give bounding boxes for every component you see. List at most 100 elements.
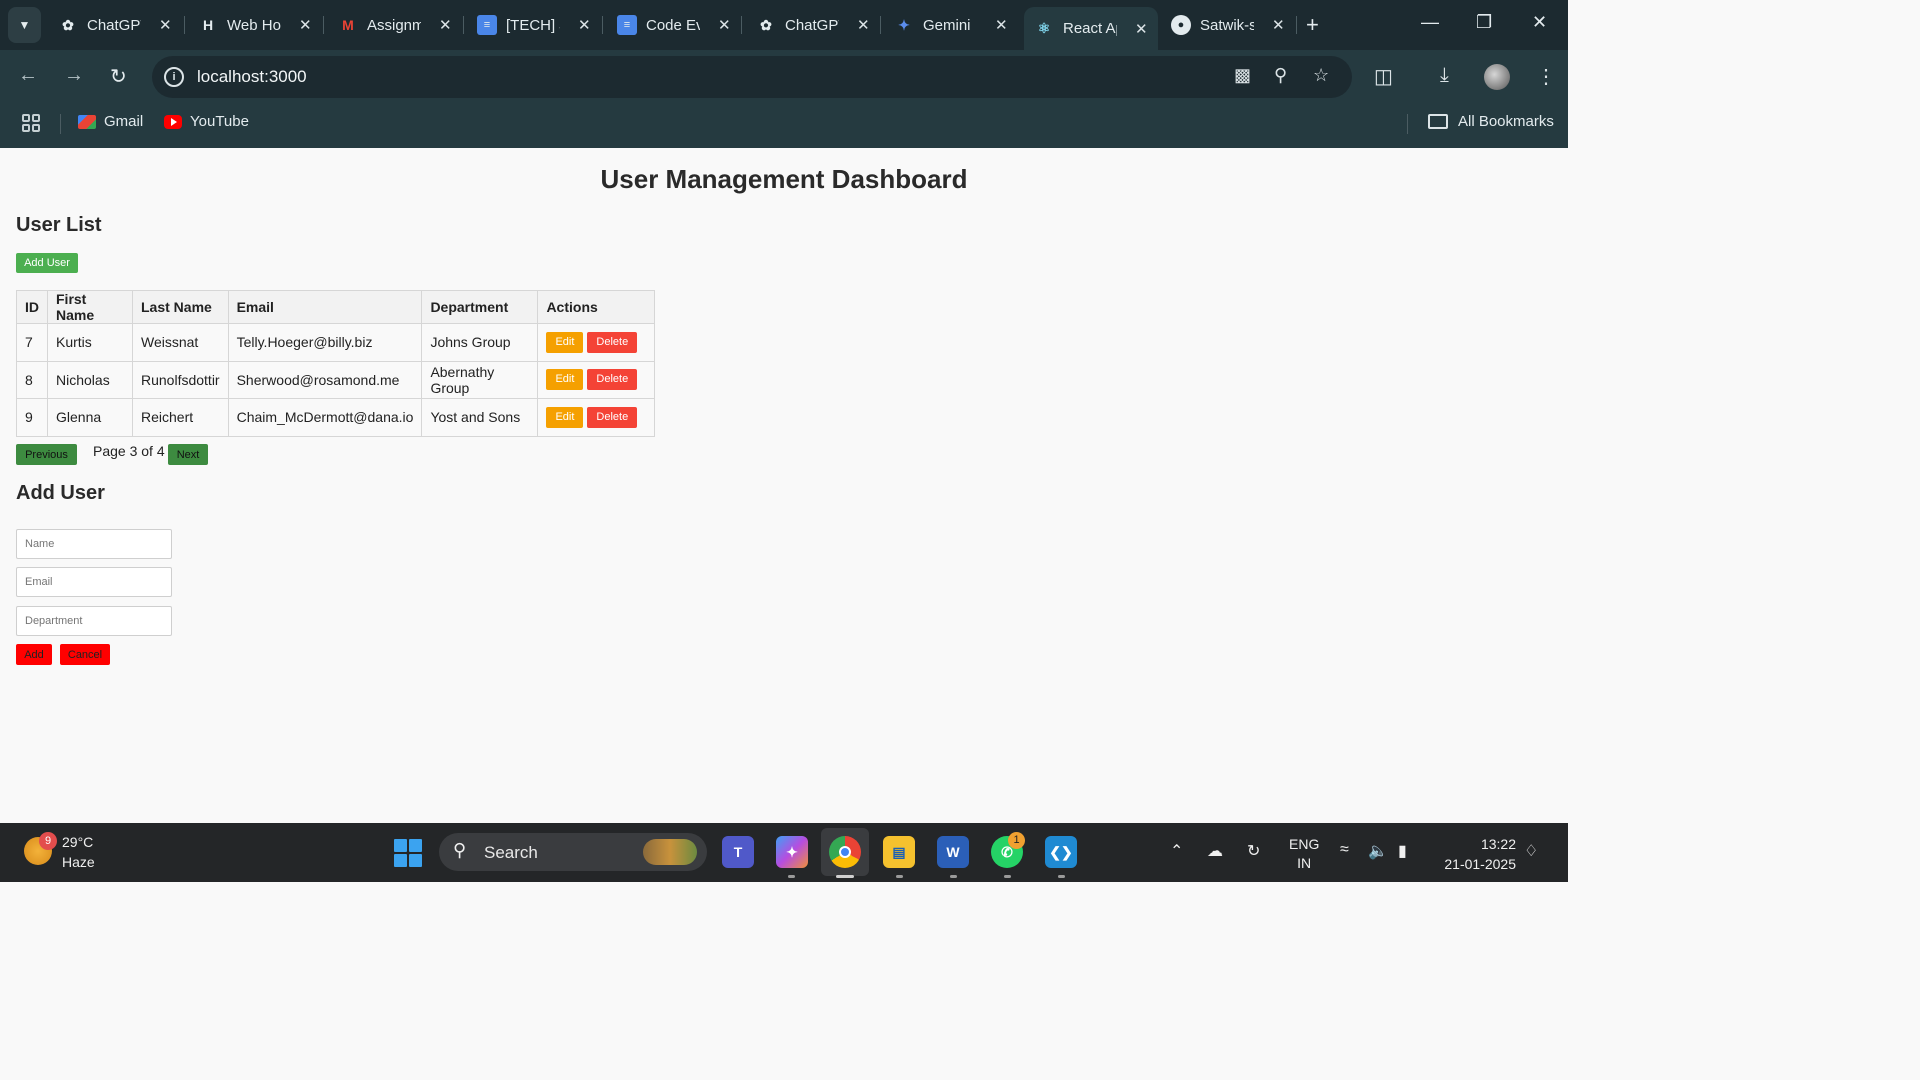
whatsapp-badge: 1 <box>1008 832 1025 849</box>
file-explorer-icon[interactable]: ▤ <box>883 836 915 868</box>
close-icon[interactable]: ✕ <box>857 16 870 34</box>
onedrive-icon[interactable]: ☁ <box>1207 841 1223 861</box>
tab-label: Web Hosting <box>227 16 281 34</box>
next-page-button[interactable]: Next <box>168 444 208 465</box>
email-input[interactable] <box>16 567 172 597</box>
bookmark-gmail[interactable]: Gmail <box>78 113 143 130</box>
cell-actions: Edit Delete <box>537 360 656 399</box>
windows-start-icon[interactable] <box>394 839 422 867</box>
restore-icon[interactable]: ❐ <box>1476 12 1492 33</box>
hostinger-icon: H <box>202 17 214 33</box>
all-bookmarks[interactable]: All Bookmarks <box>1428 113 1554 130</box>
table-row: 8 Nicholas Runolfsdottir Sherwood@rosamo… <box>16 360 656 399</box>
add-user-button[interactable]: Add User <box>16 253 78 273</box>
close-icon[interactable]: ✕ <box>1135 20 1148 38</box>
weather-desc[interactable]: Haze <box>62 854 95 870</box>
cell-id: 8 <box>16 360 48 399</box>
close-icon[interactable]: ✕ <box>299 16 312 34</box>
column-header: Department <box>421 290 539 324</box>
weather-temp[interactable]: 29°C <box>62 834 93 850</box>
close-icon[interactable]: ✕ <box>159 16 172 34</box>
reload-icon[interactable]: ↻ <box>110 64 127 89</box>
wifi-icon[interactable]: ≈ <box>1340 841 1349 859</box>
browser-tab-bar: ▼ ✿ ChatGPT ✕ H Web Hosting ✕ M Assignme… <box>0 0 1568 50</box>
new-tab-plus-icon[interactable]: + <box>1306 12 1319 38</box>
cell-first-name: Nicholas <box>47 360 133 399</box>
chrome-icon[interactable] <box>829 836 861 868</box>
edit-button[interactable]: Edit <box>546 406 584 428</box>
battery-icon[interactable]: ▮ <box>1398 841 1407 861</box>
word-icon[interactable]: W <box>937 836 969 868</box>
tab-web-hosting[interactable]: H Web Hosting ✕ <box>198 7 312 43</box>
edit-button[interactable]: Edit <box>546 331 584 353</box>
openai-icon: ✿ <box>760 16 772 33</box>
window-close-icon[interactable]: ✕ <box>1532 12 1547 33</box>
extensions-icon[interactable]: ◫ <box>1374 64 1393 89</box>
close-icon[interactable]: ✕ <box>1272 16 1285 34</box>
back-arrow-icon[interactable]: ← <box>18 64 38 87</box>
tab-tech-doc[interactable]: ≡ [TECH] J ✕ <box>477 7 591 43</box>
vscode-icon[interactable]: ❮❯ <box>1045 836 1077 868</box>
previous-page-button[interactable]: Previous <box>16 444 77 465</box>
cell-last-name: Reichert <box>132 398 229 437</box>
volume-icon[interactable]: 🔈 <box>1368 841 1388 861</box>
all-bookmarks-label: All Bookmarks <box>1458 113 1554 130</box>
taskbar-search[interactable]: ⚲ Search <box>439 833 707 871</box>
delete-button[interactable]: Delete <box>587 331 638 353</box>
apps-grid-icon[interactable] <box>22 114 40 132</box>
install-app-icon[interactable]: ▩ <box>1234 65 1251 86</box>
close-icon[interactable]: ✕ <box>995 16 1008 34</box>
close-icon[interactable]: ✕ <box>718 16 731 34</box>
folder-icon <box>1428 114 1448 129</box>
omnibox[interactable]: i localhost:3000 ▩ ⚲ ☆ <box>152 56 1352 98</box>
minimize-icon[interactable]: — <box>1421 12 1439 33</box>
delete-button[interactable]: Delete <box>587 406 638 428</box>
region-code: IN <box>1297 855 1312 871</box>
tab-chatgpt-2[interactable]: ✿ ChatGPT ✕ <box>756 7 870 43</box>
bookmark-star-icon[interactable]: ☆ <box>1313 65 1329 86</box>
edit-button[interactable]: Edit <box>546 369 584 391</box>
cell-last-name: Runolfsdottir <box>132 360 229 399</box>
tab-search-chevron-icon[interactable]: ▼ <box>8 7 41 43</box>
notification-bell-icon[interactable]: ♢ <box>1524 841 1538 861</box>
cell-department: Abernathy Group <box>421 360 539 399</box>
zoom-icon[interactable]: ⚲ <box>1274 65 1287 86</box>
tab-code-ev[interactable]: ≡ Code Ev ✕ <box>617 7 731 43</box>
site-info-icon[interactable]: i <box>164 67 184 87</box>
openai-icon: ✿ <box>62 16 74 33</box>
sync-icon[interactable]: ↻ <box>1247 841 1260 861</box>
bookmarks-bar: Gmail YouTube All Bookmarks <box>0 100 1568 148</box>
cell-email: Sherwood@rosamond.me <box>227 360 423 399</box>
close-icon[interactable]: ✕ <box>578 16 591 34</box>
download-icon[interactable]: ⤓ <box>1440 64 1449 87</box>
teams-icon[interactable]: T <box>722 836 754 868</box>
tab-chatgpt-1[interactable]: ✿ ChatGPT ✕ <box>58 7 172 43</box>
name-input[interactable] <box>16 529 172 559</box>
url-text[interactable]: localhost:3000 <box>197 67 307 87</box>
tab-gemini[interactable]: ✦ Gemini ✕ <box>894 7 1008 43</box>
page-indicator: Page 3 of 4 <box>93 443 165 459</box>
close-icon[interactable]: ✕ <box>439 16 452 34</box>
profile-avatar[interactable] <box>1484 64 1510 90</box>
tab-label: Code Ev <box>646 16 700 34</box>
cell-first-name: Kurtis <box>47 323 133 362</box>
cancel-button[interactable]: Cancel <box>60 644 110 665</box>
department-input[interactable] <box>16 606 172 636</box>
column-header: ID <box>16 290 48 324</box>
tab-react-app[interactable]: ⚛ React App ✕ <box>1024 7 1158 50</box>
add-button[interactable]: Add <box>16 644 52 665</box>
tab-assignment[interactable]: M Assignment ✕ <box>338 7 452 43</box>
delete-button[interactable]: Delete <box>587 369 638 391</box>
tab-label: Assignment <box>367 16 421 34</box>
cell-id: 7 <box>16 323 48 362</box>
clock[interactable]: 13:22 21-01-2025 <box>1438 834 1516 874</box>
more-menu-icon[interactable]: ⋮ <box>1536 64 1556 89</box>
tab-github[interactable]: ● Satwik-s ✕ <box>1171 7 1285 43</box>
tray-chevron-up-icon[interactable]: ⌃ <box>1170 841 1183 861</box>
forward-arrow-icon[interactable]: → <box>64 64 84 87</box>
bookmark-label: Gmail <box>104 113 144 130</box>
bookmark-youtube[interactable]: YouTube <box>164 113 249 130</box>
bookmark-label: YouTube <box>190 113 249 130</box>
language-indicator[interactable]: ENG IN <box>1289 835 1319 873</box>
copilot-icon[interactable]: ✦ <box>776 836 808 868</box>
